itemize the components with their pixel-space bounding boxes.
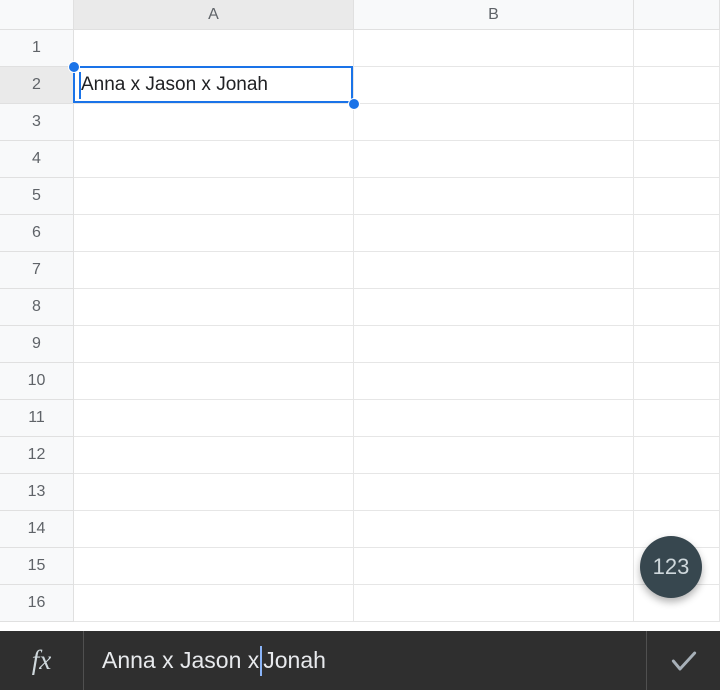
row-header[interactable]: 16 [0, 585, 74, 622]
row-header[interactable]: 14 [0, 511, 74, 548]
selection-handle-bottom-right[interactable] [348, 98, 360, 110]
cell[interactable] [354, 437, 634, 474]
row-header[interactable]: 8 [0, 289, 74, 326]
formula-text-before: Anna x Jason x [102, 647, 259, 674]
row-header[interactable]: 6 [0, 215, 74, 252]
cell[interactable] [354, 67, 634, 104]
row-header[interactable]: 10 [0, 363, 74, 400]
cell[interactable] [74, 289, 354, 326]
row-header[interactable]: 11 [0, 400, 74, 437]
cell[interactable] [354, 289, 634, 326]
cell[interactable] [354, 326, 634, 363]
cell-text-caret [79, 72, 81, 99]
cell[interactable] [74, 178, 354, 215]
cell[interactable] [634, 67, 720, 104]
cell[interactable] [74, 30, 354, 67]
row-header[interactable]: 13 [0, 474, 74, 511]
cell[interactable] [354, 30, 634, 67]
cell[interactable] [354, 178, 634, 215]
check-icon [668, 645, 700, 677]
cell[interactable] [74, 400, 354, 437]
cell[interactable] [634, 474, 720, 511]
column-header[interactable] [634, 0, 720, 30]
row-header[interactable]: 4 [0, 141, 74, 178]
row-header[interactable]: 2 [0, 67, 74, 104]
cell[interactable] [74, 104, 354, 141]
cell[interactable] [354, 511, 634, 548]
cell[interactable] [354, 400, 634, 437]
cell[interactable] [634, 363, 720, 400]
formula-text-after: Jonah [263, 647, 326, 674]
cell[interactable] [634, 437, 720, 474]
row-header[interactable]: 5 [0, 178, 74, 215]
cell[interactable] [74, 215, 354, 252]
cell[interactable] [354, 548, 634, 585]
text-caret [260, 646, 262, 676]
cell[interactable] [354, 141, 634, 178]
cell[interactable] [354, 585, 634, 622]
cell[interactable] [634, 400, 720, 437]
cell[interactable] [74, 585, 354, 622]
column-header[interactable]: B [354, 0, 634, 30]
cell[interactable] [74, 141, 354, 178]
cell[interactable] [634, 141, 720, 178]
cell[interactable] [634, 252, 720, 289]
row-header[interactable]: 3 [0, 104, 74, 141]
cell[interactable] [74, 326, 354, 363]
cell[interactable] [74, 511, 354, 548]
cell[interactable] [354, 474, 634, 511]
fab-label: 123 [653, 554, 690, 580]
cell[interactable] [74, 548, 354, 585]
row-header[interactable]: 9 [0, 326, 74, 363]
numeric-keypad-fab[interactable]: 123 [640, 536, 702, 598]
cell[interactable] [354, 363, 634, 400]
row-header[interactable]: 1 [0, 30, 74, 67]
cell[interactable] [74, 67, 354, 104]
cell[interactable] [74, 252, 354, 289]
fx-icon[interactable]: fx [0, 631, 84, 690]
row-header[interactable]: 7 [0, 252, 74, 289]
cell[interactable] [634, 30, 720, 67]
formula-bar: fx Anna x Jason x Jonah [0, 631, 720, 690]
column-header[interactable]: A [74, 0, 354, 30]
cell[interactable] [354, 104, 634, 141]
row-header[interactable]: 15 [0, 548, 74, 585]
formula-input[interactable]: Anna x Jason x Jonah [84, 631, 646, 690]
cell[interactable] [634, 326, 720, 363]
cell[interactable] [74, 437, 354, 474]
cell[interactable] [74, 363, 354, 400]
cell[interactable] [634, 104, 720, 141]
cell[interactable] [634, 215, 720, 252]
cell[interactable] [354, 252, 634, 289]
cell[interactable] [74, 474, 354, 511]
row-header[interactable]: 12 [0, 437, 74, 474]
confirm-button[interactable] [646, 631, 720, 690]
cell[interactable] [634, 178, 720, 215]
select-all-corner[interactable] [0, 0, 74, 30]
cell[interactable] [354, 215, 634, 252]
cell[interactable] [634, 289, 720, 326]
